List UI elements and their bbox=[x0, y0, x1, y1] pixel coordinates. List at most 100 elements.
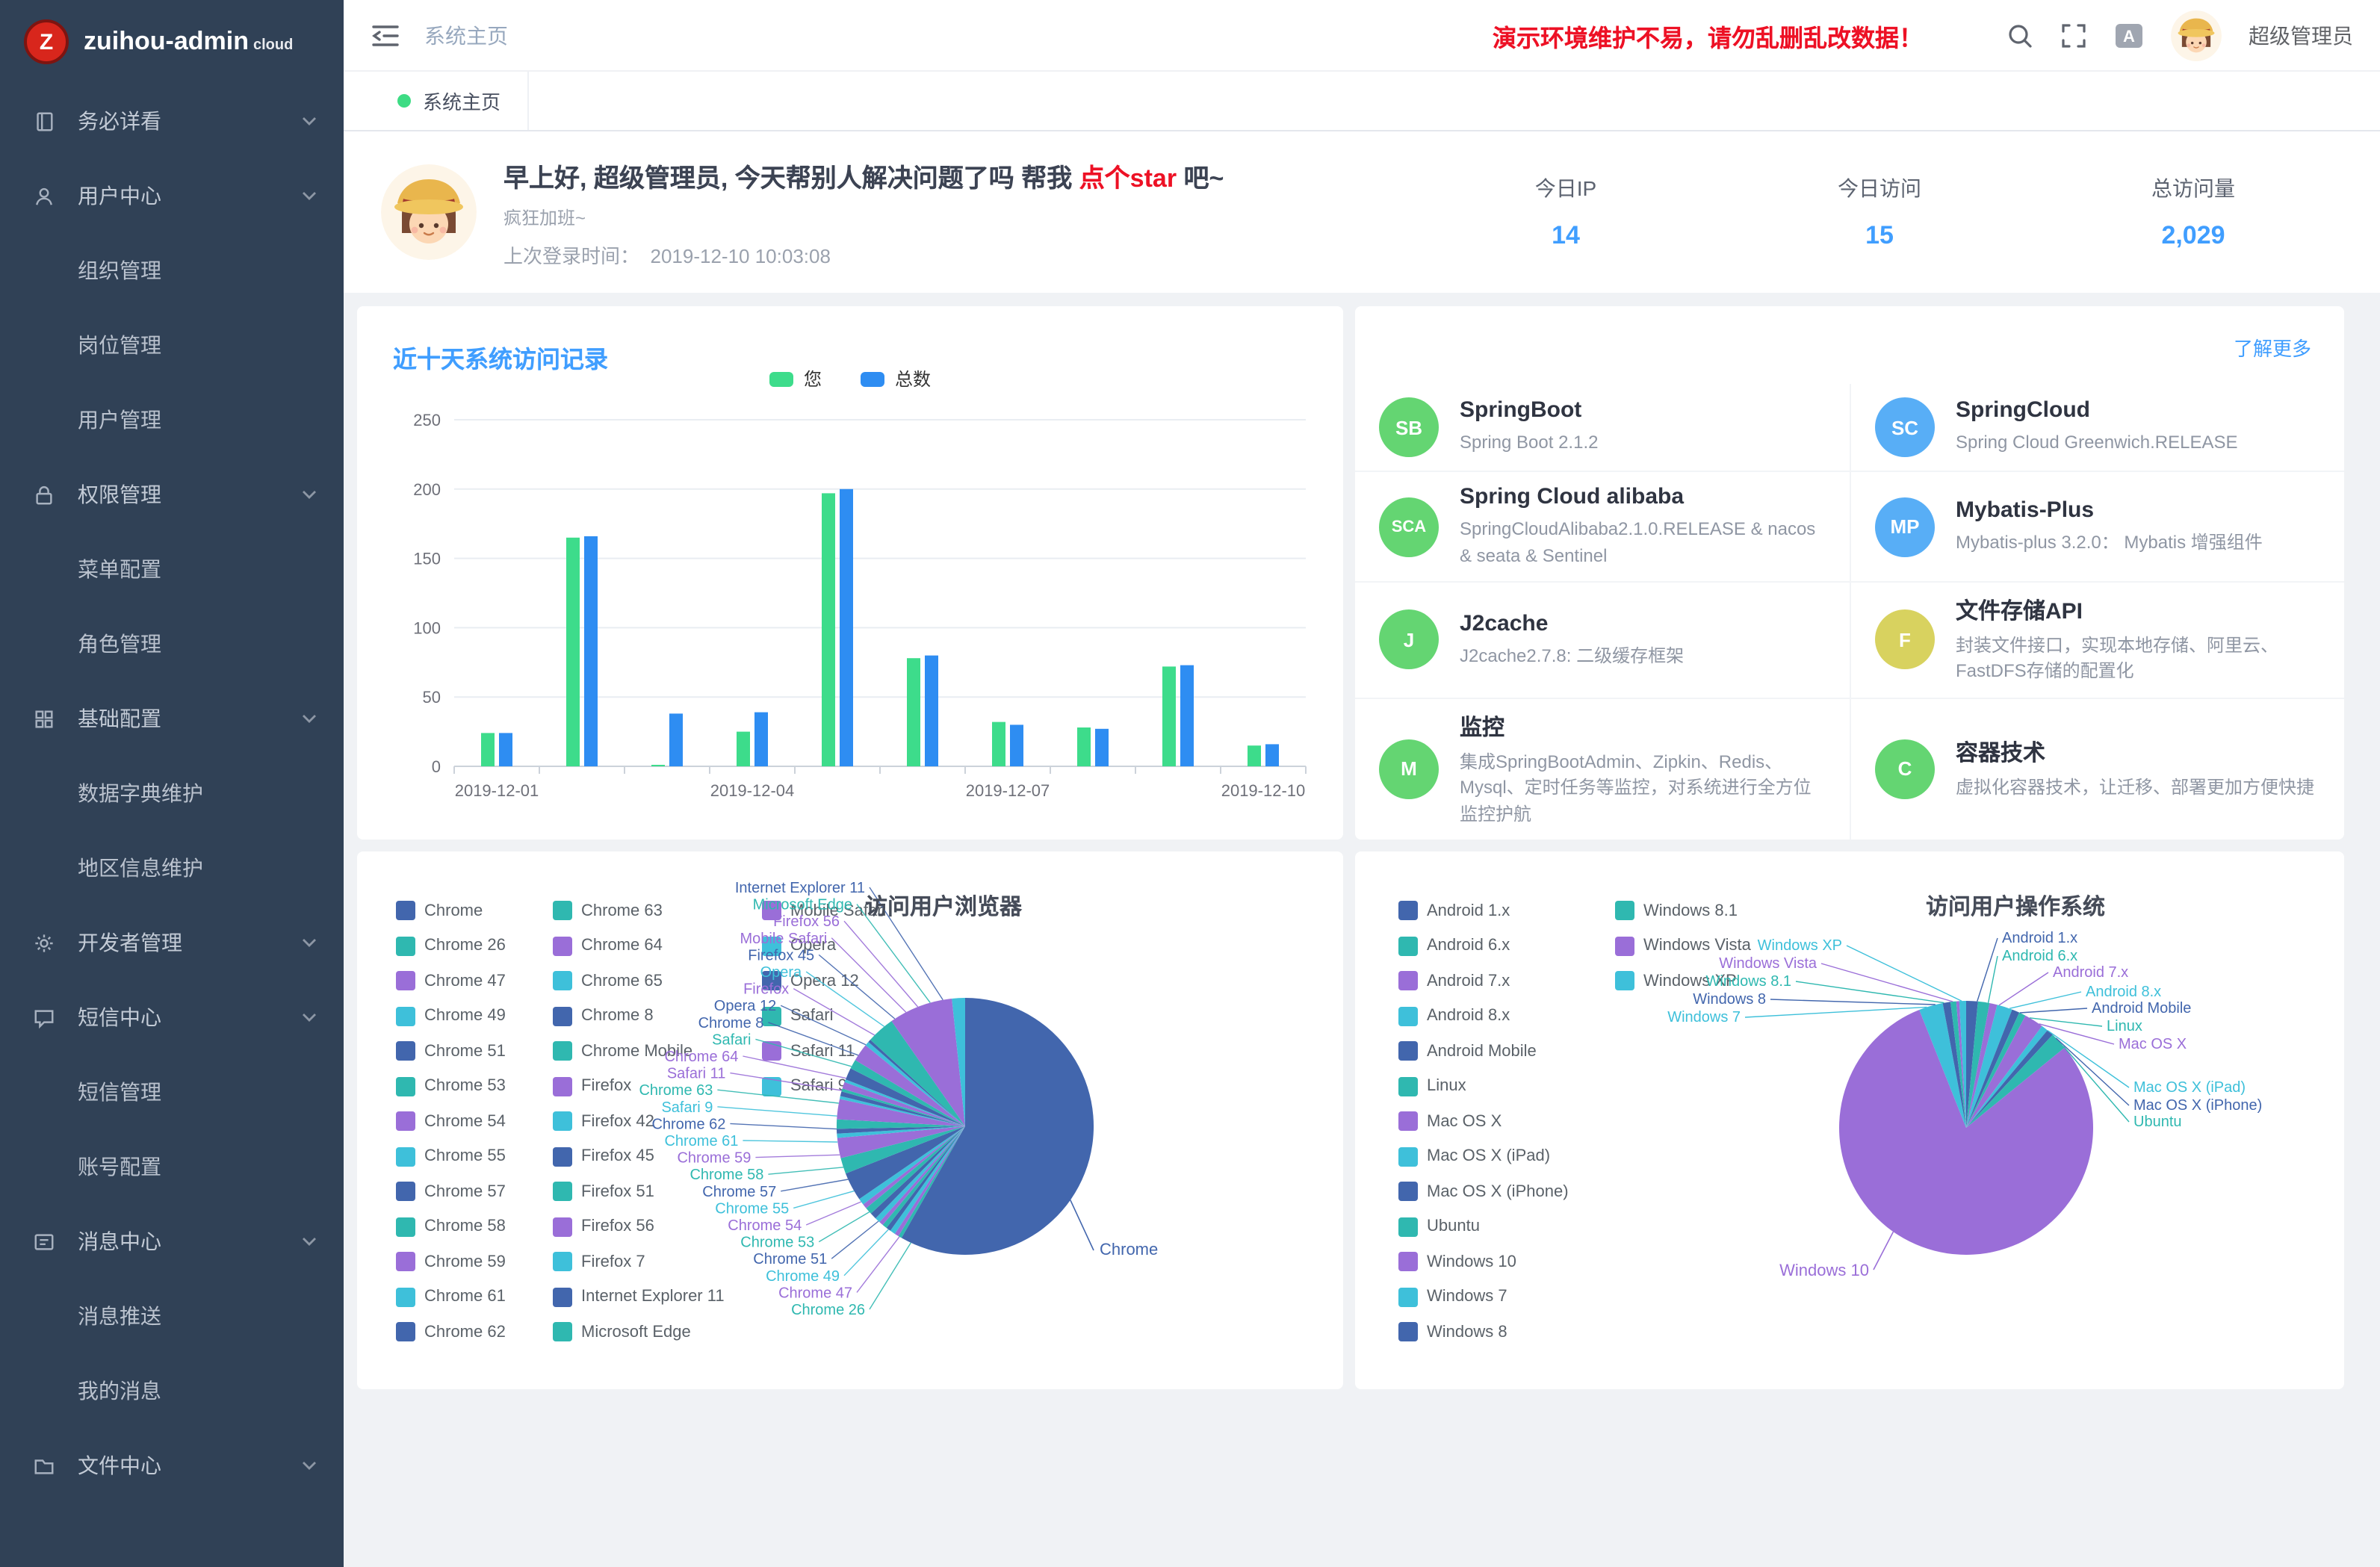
sidebar-subitem-label: 账号配置 bbox=[78, 1152, 161, 1182]
welcome-panel: 早上好, 超级管理员, 今天帮别人解决问题了吗 帮我 点个star 吧~ 疯狂加… bbox=[344, 131, 2380, 293]
sidebar-subitem-label: 菜单配置 bbox=[78, 554, 161, 584]
stat-label: 今日IP bbox=[1521, 173, 1611, 203]
svg-text:Firefox: Firefox bbox=[743, 981, 789, 998]
sidebar-item-label: 务必详看 bbox=[78, 106, 302, 136]
sidebar-subitem-label: 数据字典维护 bbox=[78, 778, 203, 808]
sidebar-item-label: 用户中心 bbox=[78, 181, 302, 211]
feature-item-0: SBSpringBootSpring Boot 2.1.2 bbox=[1355, 384, 1850, 471]
sidebar-subitem-label: 用户管理 bbox=[78, 405, 161, 435]
sidebar-subitem-label: 短信管理 bbox=[78, 1077, 161, 1107]
os-pie-card: 访问用户操作系统 Android 1.xAndroid 6.xAndroid 7… bbox=[1355, 851, 2344, 1389]
sidebar-subitem[interactable]: 菜单配置 bbox=[0, 532, 344, 606]
sidebar-subitem[interactable]: 组织管理 bbox=[0, 233, 344, 308]
sidebar-item-3[interactable]: 基础配置 bbox=[0, 681, 344, 756]
sidebar-item-2[interactable]: 权限管理 bbox=[0, 457, 344, 532]
fullscreen-icon[interactable] bbox=[2060, 22, 2087, 49]
feature-title: SpringBoot bbox=[1460, 398, 1598, 423]
stat-label: 总访问量 bbox=[2148, 173, 2238, 203]
sidebar-subitem[interactable]: 用户管理 bbox=[0, 382, 344, 457]
feature-desc: J2cache2.7.8: 二级缓存框架 bbox=[1460, 643, 1684, 669]
svg-text:250: 250 bbox=[413, 411, 441, 429]
svg-text:Chrome 61: Chrome 61 bbox=[664, 1133, 738, 1149]
tab-home[interactable]: 系统主页 bbox=[371, 72, 529, 130]
sidebar-subitem[interactable]: 角色管理 bbox=[0, 606, 344, 681]
app-title: zuihou-admincloud bbox=[84, 27, 293, 57]
stats-panel: 今日IP14今日访问15总访问量2,029 bbox=[1521, 173, 2380, 251]
app-root: Z zuihou-admincloud 务必详看用户中心组织管理岗位管理用户管理… bbox=[0, 0, 2380, 1567]
sidebar-subitem[interactable]: 账号配置 bbox=[0, 1129, 344, 1204]
svg-text:A: A bbox=[2123, 26, 2135, 45]
search-icon[interactable] bbox=[2006, 22, 2033, 49]
svg-text:Ubuntu: Ubuntu bbox=[2133, 1114, 2182, 1130]
svg-text:Chrome 49: Chrome 49 bbox=[766, 1268, 840, 1285]
font-size-icon[interactable]: A bbox=[2114, 22, 2144, 49]
sidebar-item-1[interactable]: 用户中心 bbox=[0, 158, 344, 233]
feature-title: J2cache bbox=[1460, 610, 1684, 636]
gear-icon bbox=[33, 931, 60, 954]
feature-title: Spring Cloud alibaba bbox=[1460, 485, 1829, 510]
svg-text:2019-12-10: 2019-12-10 bbox=[1221, 781, 1306, 800]
star-link[interactable]: 点个star bbox=[1079, 164, 1177, 192]
sidebar-item-4[interactable]: 开发者管理 bbox=[0, 905, 344, 980]
feature-item-4: JJ2cacheJ2cache2.7.8: 二级缓存框架 bbox=[1355, 581, 1850, 698]
sidebar-subitem-label: 消息推送 bbox=[78, 1301, 161, 1331]
feature-desc: Spring Boot 2.1.2 bbox=[1460, 431, 1598, 457]
sidebar-subitem[interactable]: 消息推送 bbox=[0, 1279, 344, 1353]
os-chart-title: 访问用户操作系统 bbox=[1926, 890, 2105, 922]
feature-desc: SpringCloudAlibaba2.1.0.RELEASE & nacos … bbox=[1460, 518, 1829, 570]
sidebar-collapse-button[interactable] bbox=[371, 22, 400, 49]
chevron-down-icon bbox=[302, 714, 317, 723]
grid-icon bbox=[33, 707, 60, 730]
svg-text:Chrome: Chrome bbox=[1100, 1240, 1158, 1259]
stat-value: 2,029 bbox=[2148, 221, 2238, 251]
svg-text:Firefox 45: Firefox 45 bbox=[748, 947, 814, 964]
svg-text:Android 8.x: Android 8.x bbox=[2086, 984, 2161, 1000]
svg-text:Chrome 51: Chrome 51 bbox=[753, 1251, 827, 1267]
mood-text: 疯狂加班~ bbox=[503, 204, 1224, 229]
learn-more-link[interactable]: 了解更多 bbox=[2234, 333, 2311, 362]
svg-text:Android Mobile: Android Mobile bbox=[2092, 1000, 2191, 1017]
sidebar-item-7[interactable]: 文件中心 bbox=[0, 1428, 344, 1503]
svg-text:Windows XP: Windows XP bbox=[1758, 937, 1842, 954]
top-bar: 系统主页 演示环境维护不易，请勿乱删乱改数据！ A 超级管理员 bbox=[344, 0, 2380, 72]
sidebar-subitem-label: 组织管理 bbox=[78, 255, 161, 285]
sidebar: Z zuihou-admincloud 务必详看用户中心组织管理岗位管理用户管理… bbox=[0, 0, 344, 1567]
app-logo: Z zuihou-admincloud bbox=[0, 0, 344, 84]
os-pie-chart: Windows XPWindows VistaWindows 8.1Window… bbox=[1355, 851, 2344, 1389]
username[interactable]: 超级管理员 bbox=[2249, 20, 2353, 50]
feature-avatar: M bbox=[1379, 739, 1439, 799]
sidebar-item-0[interactable]: 务必详看 bbox=[0, 84, 344, 158]
stat-2: 总访问量 2,029 bbox=[2148, 173, 2238, 251]
svg-text:Mac OS X (iPad): Mac OS X (iPad) bbox=[2133, 1079, 2246, 1096]
svg-text:Chrome 53: Chrome 53 bbox=[740, 1235, 814, 1251]
sidebar-item-6[interactable]: 消息中心 bbox=[0, 1204, 344, 1279]
sidebar-item-label: 短信中心 bbox=[78, 1002, 302, 1032]
sidebar-subitem-label: 角色管理 bbox=[78, 629, 161, 659]
greeting-text: 早上好, 超级管理员, 今天帮别人解决问题了吗 帮我 点个star 吧~ bbox=[503, 156, 1224, 193]
sidebar-item-5[interactable]: 短信中心 bbox=[0, 980, 344, 1055]
sidebar-subitem[interactable]: 岗位管理 bbox=[0, 308, 344, 382]
svg-text:Mobile Safari: Mobile Safari bbox=[740, 931, 827, 947]
svg-text:Opera: Opera bbox=[760, 964, 802, 981]
svg-text:Mac OS X (iPhone): Mac OS X (iPhone) bbox=[2133, 1097, 2262, 1114]
svg-text:Chrome 54: Chrome 54 bbox=[728, 1217, 802, 1234]
feature-item-6: M监控集成SpringBootAdmin、Zipkin、Redis、Mysql、… bbox=[1355, 698, 1850, 840]
sidebar-subitem[interactable]: 地区信息维护 bbox=[0, 831, 344, 905]
sidebar-subitem[interactable]: 我的消息 bbox=[0, 1353, 344, 1428]
feature-desc: Spring Cloud Greenwich.RELEASE bbox=[1956, 431, 2238, 457]
logo-cloud-badge: cloud bbox=[253, 37, 293, 54]
sidebar-subitem[interactable]: 短信管理 bbox=[0, 1055, 344, 1129]
feature-title: SpringCloud bbox=[1956, 398, 2238, 423]
svg-text:Windows 8: Windows 8 bbox=[1693, 991, 1766, 1008]
svg-text:Safari 11: Safari 11 bbox=[667, 1066, 726, 1082]
svg-text:Chrome 8: Chrome 8 bbox=[698, 1015, 764, 1031]
svg-text:150: 150 bbox=[413, 550, 441, 568]
stat-label: 今日访问 bbox=[1835, 173, 1924, 203]
sidebar-subitem-label: 岗位管理 bbox=[78, 330, 161, 360]
folder-icon bbox=[33, 1454, 60, 1477]
svg-text:Internet Explorer 11: Internet Explorer 11 bbox=[735, 880, 865, 896]
user-avatar[interactable] bbox=[2171, 10, 2222, 60]
tech-stack-card: 了解更多 SBSpringBootSpring Boot 2.1.2SCSpri… bbox=[1355, 306, 2344, 840]
topbar-actions: A 超级管理员 bbox=[2006, 10, 2353, 60]
sidebar-subitem[interactable]: 数据字典维护 bbox=[0, 756, 344, 831]
